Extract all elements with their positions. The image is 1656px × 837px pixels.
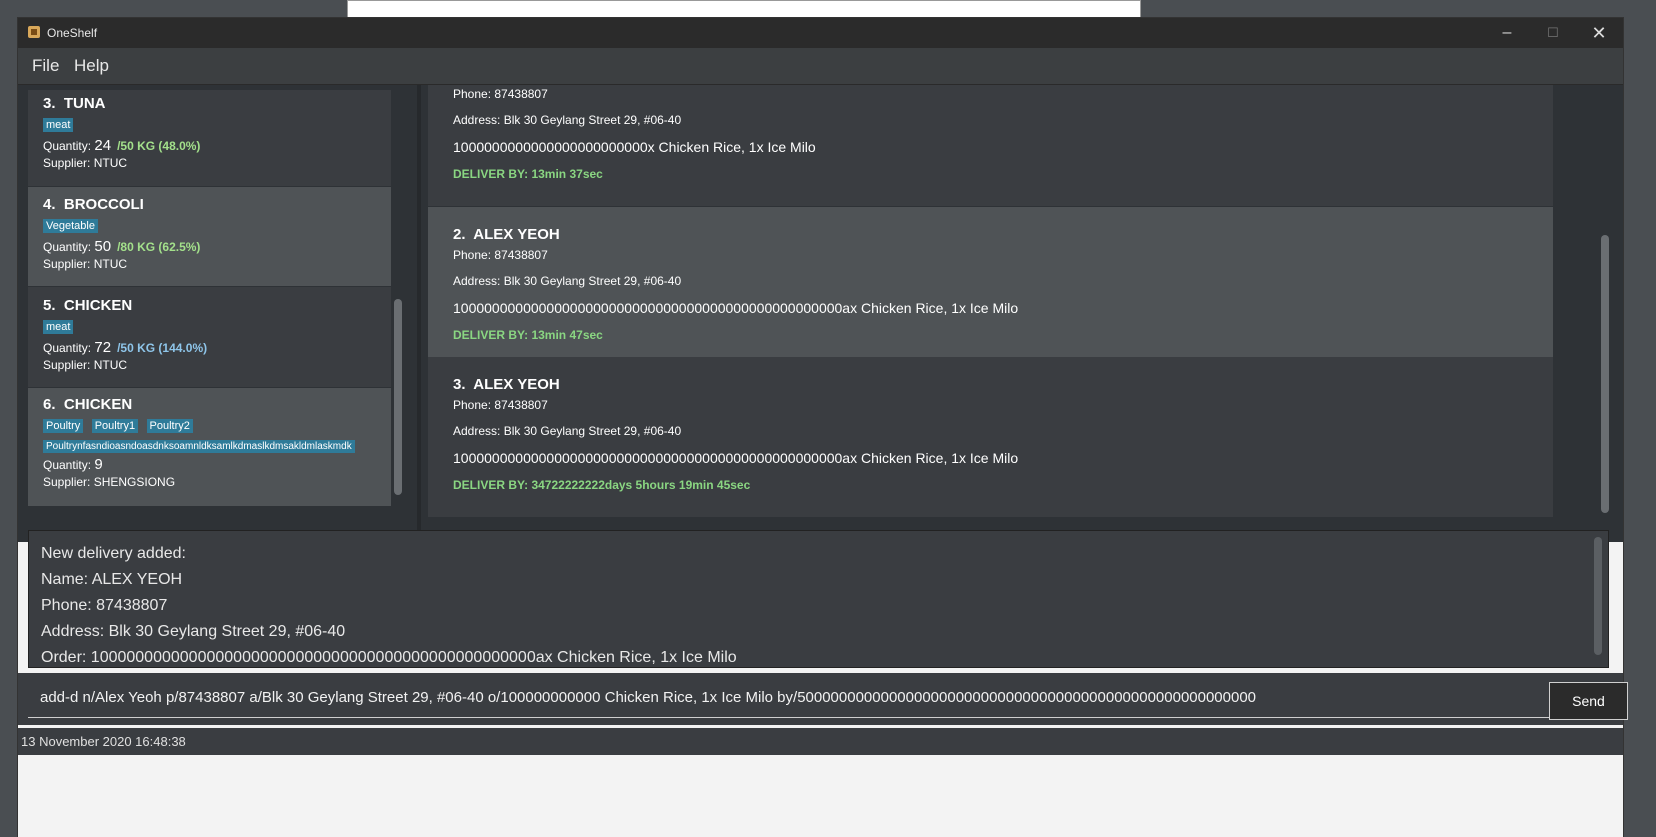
main-content: 3. TUNA meat Quantity: 24/50 KG (48.0%) … [18, 85, 1623, 542]
delivery-item[interactable]: Phone: 87438807 Address: Blk 30 Geylang … [428, 85, 1553, 206]
tag: Poultry [43, 419, 84, 433]
menu-file[interactable]: File [32, 56, 59, 76]
maximize-icon[interactable]: ☐ [1530, 18, 1576, 48]
menu-bar: File Help [18, 48, 1623, 85]
inventory-item[interactable]: 4. BROCCOLI Vegetable Quantity: 50/80 KG… [28, 187, 391, 286]
item-tags: meat [43, 115, 391, 133]
item-tags: Vegetable [43, 216, 391, 234]
delivery-list[interactable]: Phone: 87438807 Address: Blk 30 Geylang … [428, 85, 1553, 542]
item-quantity: Quantity: 24/50 KG (48.0%) [43, 137, 201, 154]
delivery-scrollbar[interactable] [1601, 235, 1609, 513]
command-input[interactable] [28, 678, 1549, 718]
delivery-title: 2. ALEX YEOH [453, 226, 560, 243]
tag: Poultry1 [91, 419, 139, 433]
send-button[interactable]: Send [1549, 682, 1628, 720]
tag: Vegetable [43, 219, 98, 233]
item-title: 4. BROCCOLI [43, 196, 144, 213]
delivery-item[interactable]: 2. ALEX YEOH Phone: 87438807 Address: Bl… [428, 207, 1553, 357]
status-timestamp: 13 November 2020 16:48:38 [21, 734, 186, 749]
inventory-item[interactable]: 6. CHICKEN Poultry Poultry1 Poultry2 Pou… [28, 388, 391, 506]
delivery-deadline: DELIVER BY: 13min 37sec [453, 167, 603, 181]
item-quantity: Quantity: 9 [43, 456, 103, 473]
box-icon [28, 26, 40, 38]
delivery-phone: Phone: 87438807 [453, 248, 548, 262]
result-line: New delivery added: [41, 545, 186, 562]
tag: Poultry2 [146, 419, 193, 433]
result-scrollbar[interactable] [1594, 537, 1602, 655]
result-line: Address: Blk 30 Geylang Street 29, #06-4… [41, 623, 346, 640]
menu-help[interactable]: Help [74, 56, 109, 76]
delivery-item[interactable]: 3. ALEX YEOH Phone: 87438807 Address: Bl… [428, 357, 1553, 517]
item-tags: Poultrynfasndioasndoasdnksoamnldksamlkdm… [43, 436, 391, 454]
command-box: Send [18, 673, 1628, 725]
inventory-item[interactable]: 3. TUNA meat Quantity: 24/50 KG (48.0%) … [28, 90, 391, 186]
title-bar: OneShelf – ☐ ✕ [18, 18, 1623, 48]
delivery-address: Address: Blk 30 Geylang Street 29, #06-4… [453, 113, 682, 127]
item-tags: Poultry Poultry1 Poultry2 [43, 416, 391, 434]
item-title: 3. TUNA [43, 95, 106, 112]
status-bar: 13 November 2020 16:48:38 [18, 728, 1623, 755]
inventory-item[interactable]: 5. CHICKEN meat Quantity: 72/50 KG (144.… [28, 287, 391, 387]
tag: meat [43, 320, 74, 334]
delivery-phone: Phone: 87438807 [453, 87, 548, 101]
delivery-order: 1000000000000000000000000x Chicken Rice,… [453, 139, 816, 155]
delivery-address: Address: Blk 30 Geylang Street 29, #06-4… [453, 424, 682, 438]
item-title: 6. CHICKEN [43, 396, 133, 413]
item-quantity: Quantity: 50/80 KG (62.5%) [43, 238, 201, 255]
delivery-title: 3. ALEX YEOH [453, 376, 560, 393]
result-line: Phone: 87438807 [41, 597, 168, 614]
delivery-deadline: DELIVER BY: 13min 47sec [453, 328, 603, 342]
close-icon[interactable]: ✕ [1576, 18, 1622, 48]
delivery-address: Address: Blk 30 Geylang Street 29, #06-4… [453, 274, 682, 288]
background-window [347, 0, 1141, 18]
panel-divider[interactable] [417, 85, 421, 542]
inventory-scrollbar[interactable] [394, 299, 402, 495]
delivery-deadline: DELIVER BY: 34722222222days 5hours 19min… [453, 478, 751, 492]
delivery-phone: Phone: 87438807 [453, 398, 548, 412]
item-title: 5. CHICKEN [43, 297, 133, 314]
inventory-list[interactable]: 3. TUNA meat Quantity: 24/50 KG (48.0%) … [28, 90, 410, 510]
window-background [18, 755, 1623, 837]
item-tags: meat [43, 317, 391, 335]
window-title: OneShelf [47, 26, 98, 40]
result-line: Order: 100000000000000000000000000000000… [41, 649, 737, 666]
item-supplier: Supplier: NTUC [43, 358, 128, 372]
delivery-order: 1000000000000000000000000000000000000000… [453, 450, 1019, 466]
result-line: Name: ALEX YEOH [41, 571, 183, 588]
item-quantity: Quantity: 72/50 KG (144.0%) [43, 339, 208, 356]
tag: meat [43, 118, 74, 132]
delivery-order: 1000000000000000000000000000000000000000… [453, 300, 1019, 316]
tag: Poultrynfasndioasndoasdnksoamnldksamlkdm… [43, 440, 355, 453]
minimize-icon[interactable]: – [1484, 18, 1530, 48]
item-supplier: Supplier: SHENGSIONG [43, 475, 176, 489]
item-supplier: Supplier: NTUC [43, 257, 128, 271]
item-supplier: Supplier: NTUC [43, 156, 128, 170]
result-display: New delivery added: Name: ALEX YEOH Phon… [28, 530, 1609, 668]
